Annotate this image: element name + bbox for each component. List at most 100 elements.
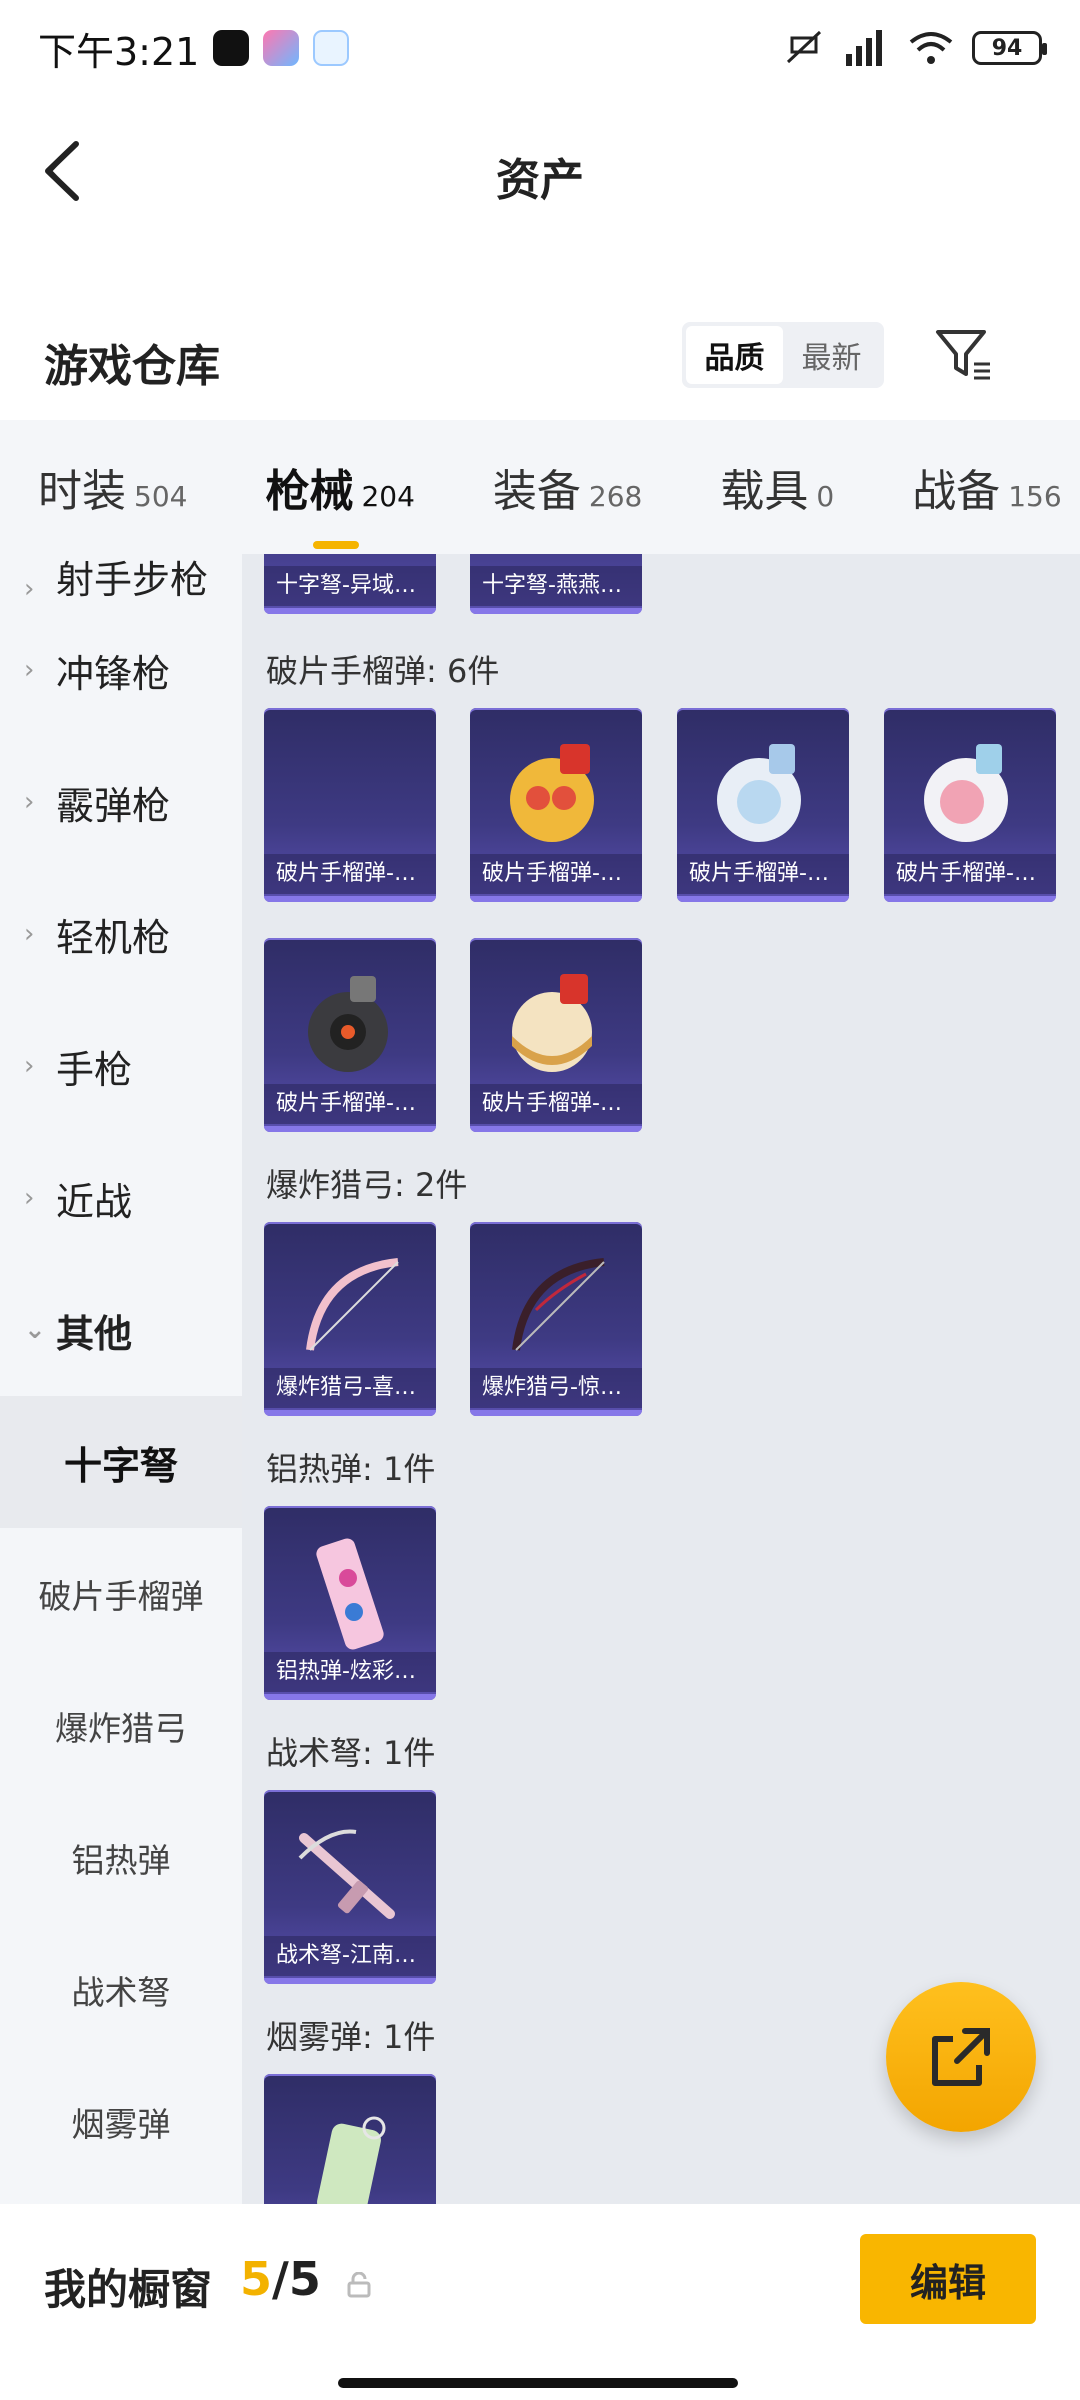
sidebar-item-pistol[interactable]: › 手枪 [0, 1000, 242, 1132]
item-card[interactable]: 破片手榴弹-… [470, 708, 642, 902]
item-card-label: 破片手榴弹-… [884, 854, 1056, 894]
app-header: 资产 [0, 96, 1080, 246]
grenade-icon [510, 744, 594, 842]
crossbow-icon [298, 1829, 395, 1919]
item-card-label: 破片手榴弹-… [470, 1084, 642, 1124]
warehouse-title: 游戏仓库 [44, 341, 220, 392]
item-card[interactable]: 破片手榴弹-… [884, 708, 1056, 902]
grenade-icon [924, 744, 1008, 842]
share-external-icon [932, 2028, 990, 2086]
sidebar-item-shotgun[interactable]: › 霰弹枪 [0, 736, 242, 868]
tab-firearms[interactable]: 枪械 204 [265, 455, 415, 549]
chevron-right-icon: › [24, 655, 35, 685]
item-card-label: 破片手榴弹-… [264, 1084, 436, 1124]
item-card-label: 爆炸猎弓-惊… [470, 1368, 642, 1408]
warehouse-header: 游戏仓库 品质 最新 [0, 300, 1080, 410]
section-label: 战术弩: 1件 [266, 1734, 436, 1772]
sidebar-item-label: 其他 [56, 1311, 133, 1356]
tab-combat-gear[interactable]: 战备 156 [912, 455, 1061, 519]
filter-icon[interactable] [934, 324, 994, 384]
bow-icon [306, 1258, 399, 1351]
signal-icon [846, 30, 882, 66]
section-label: 爆炸猎弓: 2件 [266, 1166, 468, 1204]
item-grid: 十字弩-异域… 十字弩-燕燕… 破片手榴弹: 6件 破片手榴弹-… 破片手榴弹-… [242, 554, 1080, 2204]
tab-count: 268 [588, 480, 643, 513]
section-label: 破片手榴弹: 6件 [266, 652, 500, 690]
bottom-bar: 我的橱窗 5/5 编辑 [0, 2204, 1080, 2400]
item-card-label: 战术弩-江南… [264, 1936, 436, 1976]
tab-vehicles[interactable]: 载具 0 [720, 455, 834, 519]
item-card-label: 十字弩-燕燕… [470, 566, 642, 606]
sidebar-item-other[interactable]: ⌄ 其他 [0, 1264, 242, 1396]
sidebar-item-label: 射手步枪 [56, 558, 209, 602]
item-card[interactable]: 铝热弹-炫彩… [264, 1506, 436, 1700]
smoke-grenade-icon [317, 2116, 386, 2204]
item-card[interactable]: 爆炸猎弓-惊… [470, 1222, 642, 1416]
item-card[interactable]: 十字弩-燕燕… [470, 554, 642, 614]
item-card-label: 爆炸猎弓-喜… [264, 1368, 436, 1408]
sidebar-item-label: 冲锋枪 [56, 651, 171, 696]
item-card[interactable] [264, 2074, 436, 2204]
tab-equipment[interactable]: 装备 268 [493, 455, 642, 519]
sort-toggle: 品质 最新 [682, 322, 884, 388]
chevron-right-icon: › [24, 574, 35, 604]
chevron-right-icon: › [24, 787, 35, 817]
tab-count: 0 [816, 480, 835, 513]
sidebar-item-label: 霰弹枪 [56, 783, 171, 828]
section-label: 铝热弹: 1件 [266, 1450, 436, 1488]
sidebar-item-lmg[interactable]: › 轻机枪 [0, 868, 242, 1000]
share-fab-button[interactable] [886, 1982, 1036, 2132]
sort-newest-button[interactable]: 最新 [783, 326, 880, 384]
grenade-icon [512, 974, 592, 1072]
sidebar-item-label: 近战 [56, 1179, 133, 1224]
tab-count: 204 [361, 480, 415, 513]
item-card-label: 铝热弹-炫彩… [264, 1652, 436, 1692]
my-showcase-label: 我的橱窗 [44, 2265, 213, 2314]
chevron-right-icon: › [24, 919, 35, 949]
sidebar-item-marksman-rifle[interactable]: › 射手步枪 [0, 554, 242, 604]
item-card-label: 破片手榴弹-… [264, 854, 436, 894]
tab-label: 枪械 [265, 466, 354, 517]
sidebar-item-smg[interactable]: › 冲锋枪 [0, 604, 242, 736]
plane-app-icon [313, 30, 350, 66]
chevron-right-icon: › [24, 1051, 35, 1081]
sidebar-item-label: 手枪 [56, 1047, 133, 1092]
battery-indicator: 94 [972, 31, 1047, 65]
item-card[interactable]: 十字弩-异域… [264, 554, 436, 614]
tab-fashion[interactable]: 时装 504 [38, 455, 187, 519]
item-card[interactable]: 战术弩-江南… [264, 1790, 436, 1984]
chevron-right-icon: › [24, 1183, 35, 1213]
sort-quality-button[interactable]: 品质 [686, 326, 783, 384]
grenade-icon [717, 744, 801, 842]
item-card-label: 十字弩-异域… [264, 566, 436, 606]
sidebar-sub-explosive-bow[interactable]: 爆炸猎弓 [0, 1660, 242, 1792]
wifi-icon [909, 32, 953, 64]
sidebar-sub-tactical-crossbow[interactable]: 战术弩 [0, 1924, 242, 2056]
active-tab-indicator [313, 541, 360, 549]
sidebar-sub-frag-grenade[interactable]: 破片手榴弹 [0, 1528, 242, 1660]
item-card[interactable]: 破片手榴弹-… [264, 708, 436, 902]
item-card[interactable]: 破片手榴弹-… [264, 938, 436, 1132]
item-card-label: 破片手榴弹-… [470, 854, 642, 894]
item-card[interactable]: 破片手榴弹-… [470, 938, 642, 1132]
chevron-down-icon: ⌄ [24, 1315, 46, 1345]
sidebar-sub-thermite[interactable]: 铝热弹 [0, 1792, 242, 1924]
lock-icon [347, 2272, 371, 2298]
item-card[interactable]: 破片手榴弹-… [677, 708, 849, 902]
edit-button[interactable]: 编辑 [860, 2234, 1036, 2324]
sidebar-item-melee[interactable]: › 近战 [0, 1132, 242, 1264]
game-app-icon [263, 30, 300, 66]
item-card[interactable]: 爆炸猎弓-喜… [264, 1222, 436, 1416]
sidebar-sub-smoke-grenade[interactable]: 烟雾弹 [0, 2056, 242, 2188]
status-time: 下午3:21 [38, 29, 200, 74]
bow-icon [512, 1258, 605, 1351]
tab-label: 战备 [912, 466, 1001, 517]
tab-label: 载具 [720, 466, 809, 517]
showcase-current: 5 [240, 2252, 273, 2306]
sidebar-sub-crossbow[interactable]: 十字弩 [0, 1396, 242, 1528]
home-indicator[interactable] [338, 2378, 738, 2388]
category-tabs: 时装 504 枪械 204 装备 268 载具 0 战备 156 [0, 420, 1080, 554]
page-title: 资产 [496, 155, 584, 206]
status-app-icons [213, 30, 350, 66]
section-label: 烟雾弹: 1件 [266, 2018, 436, 2056]
